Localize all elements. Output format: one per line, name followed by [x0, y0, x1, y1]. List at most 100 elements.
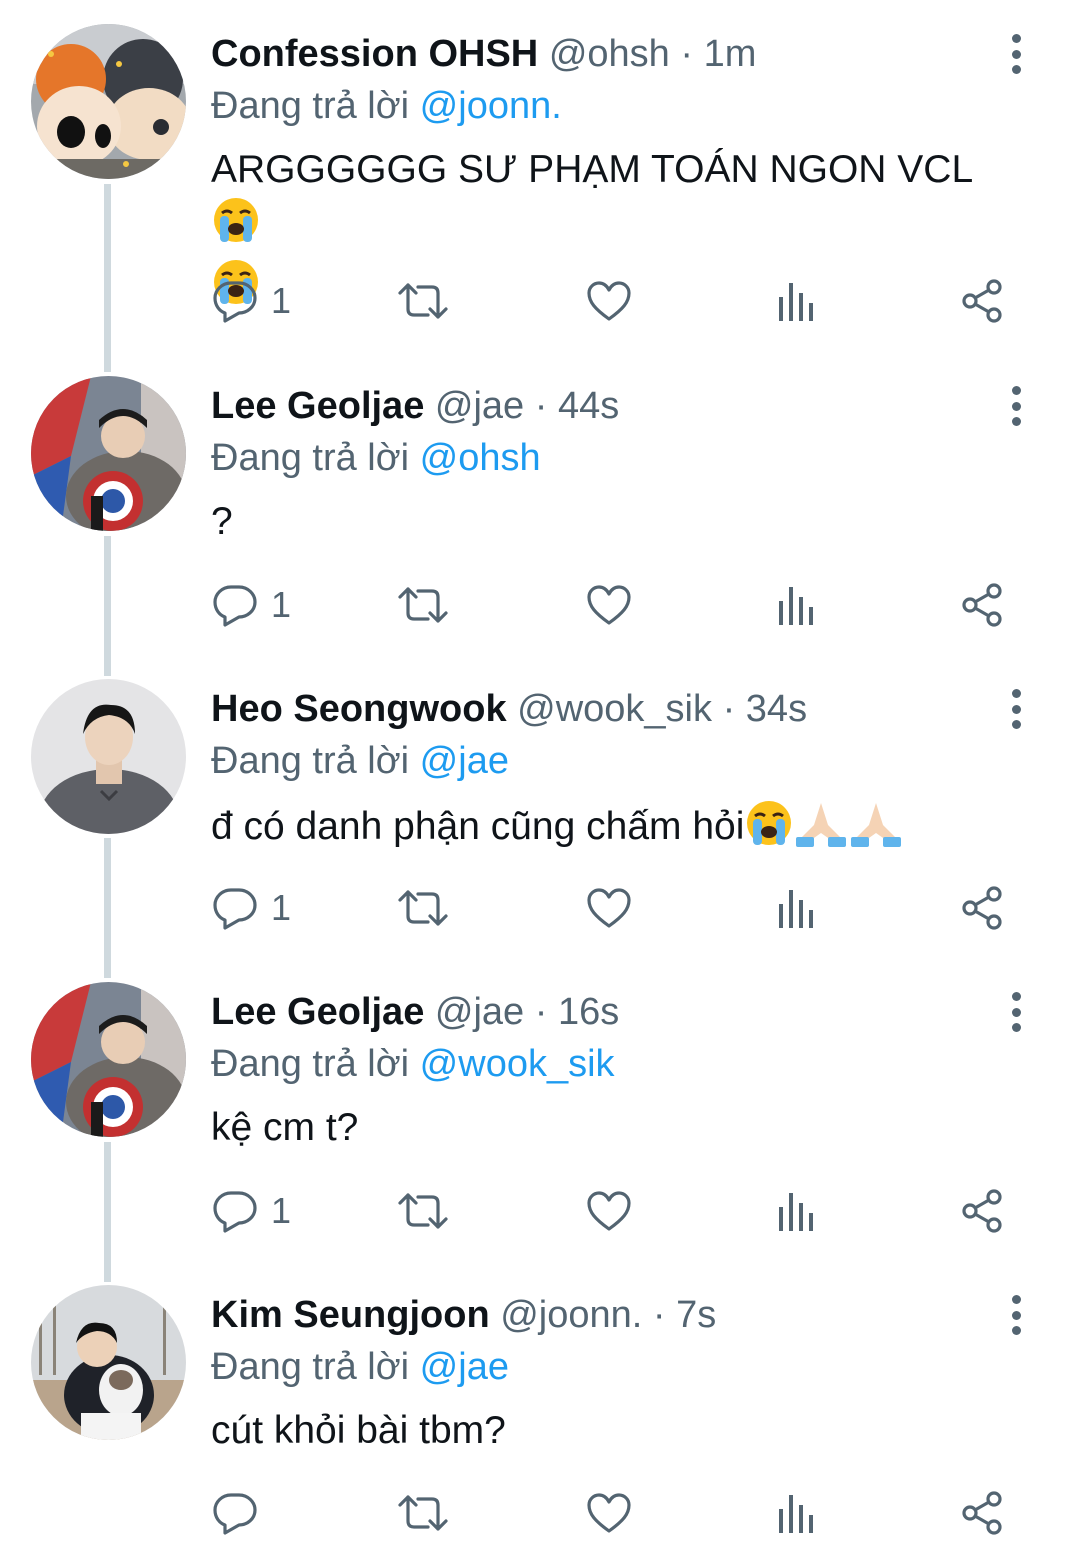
username[interactable]: @jae: [435, 385, 524, 427]
display-name[interactable]: Kim Seungjoon: [211, 1294, 490, 1336]
tweet-text-content: ARGGGGGG SƯ PHẠM TOÁN NGON VCL: [211, 148, 974, 191]
display-name[interactable]: Confession OHSH: [211, 33, 538, 75]
more-options-icon[interactable]: [1002, 992, 1030, 1032]
mention-link[interactable]: @ohsh: [420, 437, 541, 479]
reply-icon: [213, 888, 257, 930]
more-options-icon[interactable]: [1002, 386, 1030, 426]
share-button[interactable]: [958, 575, 1006, 635]
share-icon: [962, 1189, 1002, 1233]
reply-icon: [213, 1191, 257, 1233]
retweet-button[interactable]: [396, 878, 450, 938]
reply-thread: Confession OHSH @ohsh · 1m Đang trả lời …: [0, 0, 1080, 1556]
views-button[interactable]: [775, 1483, 819, 1543]
like-button[interactable]: [585, 878, 633, 938]
separator-dot: ·: [680, 33, 694, 75]
share-button[interactable]: [958, 271, 1006, 331]
share-icon: [962, 279, 1002, 323]
retweet-button[interactable]: [396, 1181, 450, 1241]
separator-dot: ·: [534, 991, 548, 1033]
tweet-text: kệ cm t?: [211, 1102, 1020, 1154]
share-button[interactable]: [958, 1483, 1006, 1543]
retweet-icon: [398, 1495, 448, 1531]
share-button[interactable]: [958, 878, 1006, 938]
avatar[interactable]: [31, 24, 186, 179]
retweet-icon: [398, 1193, 448, 1229]
username[interactable]: @jae: [435, 991, 524, 1033]
mention-link[interactable]: @jae: [420, 740, 509, 782]
views-button[interactable]: [775, 878, 819, 938]
tweet-header: Kim Seungjoon @joonn. · 7s: [211, 1291, 970, 1339]
reply-icon: [213, 1493, 257, 1535]
reply-count: 1: [271, 1190, 292, 1231]
mention-link[interactable]: @jae: [420, 1346, 509, 1388]
username[interactable]: @wook_sik: [517, 688, 712, 730]
like-icon: [587, 585, 631, 625]
separator-dot: ·: [534, 385, 548, 427]
like-button[interactable]: [585, 1181, 633, 1241]
views-button[interactable]: [775, 1181, 819, 1241]
like-icon: [587, 1493, 631, 1533]
tweet-actions: 1: [0, 575, 1080, 635]
reply-button[interactable]: 1: [211, 1181, 291, 1241]
retweet-button[interactable]: [396, 1483, 450, 1543]
timestamp[interactable]: 34s: [746, 688, 807, 730]
display-name[interactable]: Heo Seongwook: [211, 688, 507, 730]
tweet-text-content: kệ cm t?: [211, 1106, 359, 1149]
timestamp[interactable]: 44s: [558, 385, 619, 427]
views-icon: [779, 283, 813, 321]
reply-button[interactable]: 1: [211, 575, 291, 635]
reply-button[interactable]: [211, 1483, 259, 1543]
avatar[interactable]: [31, 679, 186, 834]
reply-icon: [213, 281, 257, 323]
username[interactable]: @ohsh: [549, 33, 670, 75]
more-options-icon[interactable]: [1002, 1295, 1030, 1335]
more-options-icon[interactable]: [1002, 34, 1030, 74]
like-button[interactable]: [585, 1483, 633, 1543]
timestamp[interactable]: 1m: [704, 33, 757, 75]
display-name[interactable]: Lee Geoljae: [211, 991, 424, 1033]
share-button[interactable]: [958, 1181, 1006, 1241]
reply-button[interactable]: 1: [211, 271, 291, 331]
like-icon: [587, 888, 631, 928]
views-button[interactable]: [775, 575, 819, 635]
tweet-text-content: ?: [211, 500, 233, 543]
tweet-header: Heo Seongwook @wook_sik · 34s: [211, 685, 970, 733]
timestamp[interactable]: 16s: [558, 991, 619, 1033]
like-icon: [587, 281, 631, 321]
mention-link[interactable]: @wook_sik: [420, 1043, 615, 1085]
replying-to-label: Đang trả lời: [211, 85, 410, 127]
tweet[interactable]: Lee Geoljae @jae · 16s Đang trả lời @woo…: [0, 958, 1080, 1258]
avatar[interactable]: [31, 376, 186, 531]
views-icon: [779, 587, 813, 625]
replying-to: Đang trả lời @jae: [211, 737, 509, 785]
timestamp[interactable]: 7s: [676, 1294, 716, 1336]
tweet[interactable]: Heo Seongwook @wook_sik · 34s Đang trả l…: [0, 655, 1080, 955]
tweet-header: Lee Geoljae @jae · 16s: [211, 988, 970, 1036]
like-button[interactable]: [585, 575, 633, 635]
retweet-icon: [398, 283, 448, 319]
avatar[interactable]: [31, 1285, 186, 1440]
like-button[interactable]: [585, 271, 633, 331]
reply-button[interactable]: 1: [211, 878, 291, 938]
replying-to: Đang trả lời @ohsh: [211, 434, 541, 482]
retweet-button[interactable]: [396, 271, 450, 331]
reply-icon: [213, 585, 257, 627]
display-name[interactable]: Lee Geoljae: [211, 385, 424, 427]
tweet-text: ?: [211, 496, 1020, 548]
tweet[interactable]: Confession OHSH @ohsh · 1m Đang trả lời …: [0, 0, 1080, 360]
retweet-icon: [398, 890, 448, 926]
views-button[interactable]: [775, 271, 819, 331]
retweet-button[interactable]: [396, 575, 450, 635]
reply-count: 1: [271, 887, 292, 928]
tweet-text: cút khỏi bài tbm?: [211, 1405, 1020, 1457]
tweet[interactable]: Kim Seungjoon @joonn. · 7s Đang trả lời …: [0, 1261, 1080, 1556]
mention-link[interactable]: @joonn.: [420, 85, 562, 127]
folded-hands-icon: [849, 799, 903, 861]
avatar[interactable]: [31, 982, 186, 1137]
more-options-icon[interactable]: [1002, 689, 1030, 729]
loudly-crying-face-icon: [745, 799, 793, 861]
tweet[interactable]: Lee Geoljae @jae · 44s Đang trả lời @ohs…: [0, 352, 1080, 652]
replying-to-label: Đang trả lời: [211, 740, 410, 782]
share-icon: [962, 886, 1002, 930]
username[interactable]: @joonn.: [500, 1294, 642, 1336]
